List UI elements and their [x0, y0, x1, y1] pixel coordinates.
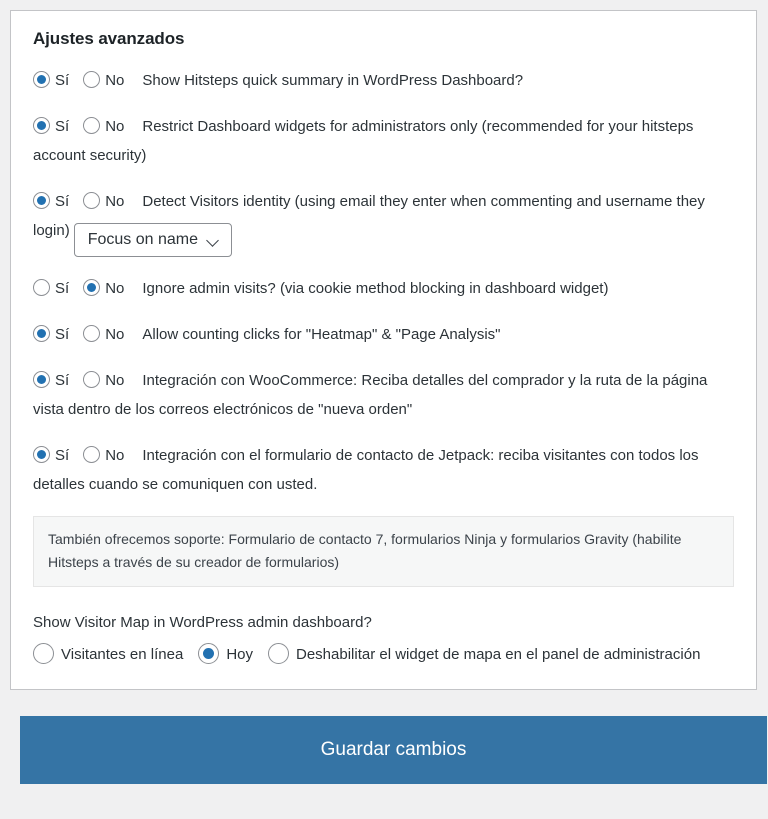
option-row-allow-counting-clicks: Sí No Allow counting clicks for "Heatmap" …	[33, 320, 734, 349]
option-row-ignore-admin-visits: Sí No Ignore admin visits? (via cookie met…	[33, 274, 734, 303]
option-row-jetpack-integration: Sí No Integración con el formulario de con…	[33, 441, 734, 499]
radio-woocommerce-no[interactable]	[83, 371, 101, 388]
option-row-quick-summary: Sí No Show Hitsteps quick summary in WordP…	[33, 66, 734, 95]
radio-woocommerce-yes[interactable]	[33, 371, 50, 388]
radio-label-yes[interactable]: Sí	[55, 447, 69, 464]
radio-ignore-admin-visits-yes[interactable]	[33, 279, 50, 296]
chevron-down-icon	[208, 235, 219, 246]
radio-label-no[interactable]: No	[105, 193, 124, 210]
visitor-map-section: Show Visitor Map in WordPress admin dash…	[33, 611, 734, 669]
radio-label-yes[interactable]: Sí	[55, 372, 69, 389]
page-title: Ajustes avanzados	[33, 29, 185, 48]
radio-group-woocommerce: Sí No	[33, 371, 142, 389]
forms-support-note: También ofrecemos soporte: Formulario de…	[33, 516, 734, 587]
option-row-detect-visitors-identity: Sí No Detect Visitors identity (using emai…	[33, 187, 734, 257]
radio-label-yes[interactable]: Sí	[55, 118, 69, 135]
radio-label-no[interactable]: No	[105, 447, 124, 464]
radio-label-yes[interactable]: Sí	[55, 326, 69, 343]
radio-group-quick-summary: Sí No	[33, 71, 142, 89]
radio-today[interactable]	[198, 643, 220, 664]
radio-group-allow-counting-clicks: Sí No	[33, 325, 142, 343]
submit-area: Guardar cambios	[10, 690, 768, 784]
radio-label-no[interactable]: No	[105, 118, 124, 135]
identity-focus-select-value: Focus on name	[87, 231, 198, 248]
option-text-quick-summary: Show Hitsteps quick summary in WordPress…	[142, 72, 524, 89]
identity-focus-select[interactable]: Focus on name	[73, 223, 232, 257]
radio-disable-map-widget[interactable]	[268, 643, 289, 664]
radio-label-no[interactable]: No	[105, 372, 124, 389]
save-changes-button[interactable]: Guardar cambios	[20, 716, 767, 784]
radio-label-yes[interactable]: Sí	[55, 72, 69, 89]
radio-ignore-admin-visits-no[interactable]	[83, 279, 101, 296]
radio-label-no[interactable]: No	[105, 72, 124, 89]
radio-label-yes[interactable]: Sí	[55, 280, 69, 297]
radio-quick-summary-no[interactable]	[83, 71, 101, 88]
radio-group-ignore-admin-visits: Sí No	[33, 279, 142, 297]
radio-allow-counting-clicks-no[interactable]	[83, 325, 101, 342]
visitor-map-choices: Visitantes en línea Hoy Deshabilitar el wi…	[33, 640, 734, 669]
radio-group-detect-identity: Sí No	[33, 192, 142, 210]
radio-label-no[interactable]: No	[105, 280, 124, 297]
radio-label-yes[interactable]: Sí	[55, 193, 69, 210]
radio-detect-identity-no[interactable]	[83, 192, 101, 209]
radio-jetpack-no[interactable]	[83, 446, 101, 463]
radio-label-no[interactable]: No	[105, 326, 124, 343]
radio-restrict-widgets-no[interactable]	[83, 117, 101, 134]
visitor-map-question: Show Visitor Map in WordPress admin dash…	[33, 614, 372, 631]
option-text-allow-counting-clicks: Allow counting clicks for "Heatmap" & "P…	[142, 326, 501, 343]
radio-detect-identity-yes[interactable]	[33, 192, 50, 209]
radio-group-jetpack: Sí No	[33, 446, 142, 464]
option-row-restrict-widgets: Sí No Restrict Dashboard widgets for admin…	[33, 112, 734, 170]
radio-label-disable-map-widget[interactable]: Deshabilitar el widget de mapa en el pan…	[296, 646, 700, 663]
radio-jetpack-yes[interactable]	[33, 446, 50, 463]
option-row-woocommerce-integration: Sí No Integración con WooCommerce: Reciba …	[33, 366, 734, 424]
radio-group-restrict-widgets: Sí No	[33, 117, 142, 135]
radio-allow-counting-clicks-yes[interactable]	[33, 325, 50, 342]
radio-label-today[interactable]: Hoy	[226, 646, 253, 663]
radio-online-visitors[interactable]	[33, 643, 54, 664]
radio-quick-summary-yes[interactable]	[33, 71, 50, 88]
advanced-settings-card: Ajustes avanzados Sí No Show Hitsteps quic…	[10, 10, 757, 690]
settings-page: Ajustes avanzados Sí No Show Hitsteps quic…	[0, 0, 768, 819]
option-text-ignore-admin-visits: Ignore admin visits? (via cookie method …	[142, 280, 609, 297]
radio-label-online-visitors[interactable]: Visitantes en línea	[61, 646, 183, 663]
radio-restrict-widgets-yes[interactable]	[33, 117, 50, 134]
